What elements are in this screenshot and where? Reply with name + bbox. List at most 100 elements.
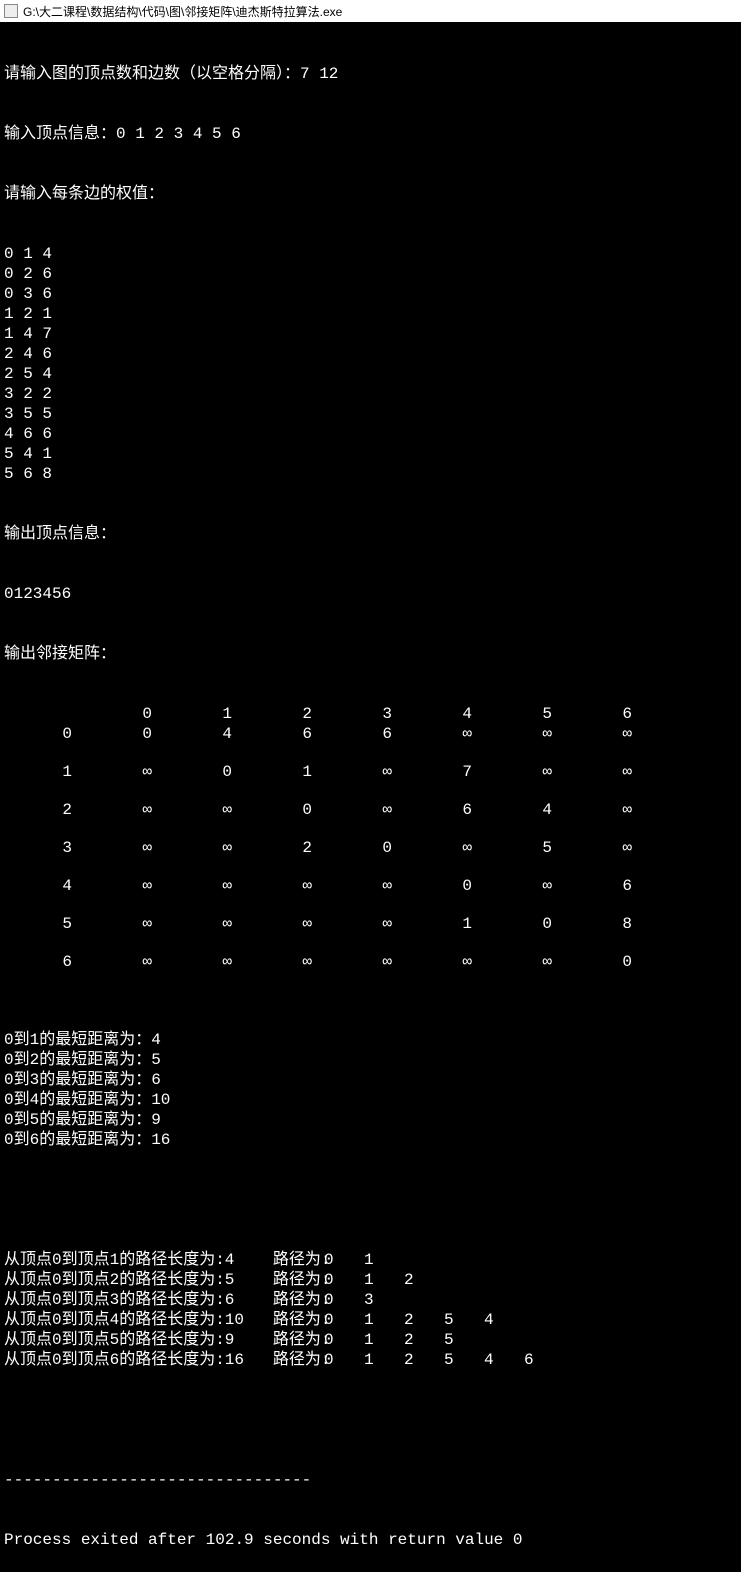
- adjacency-matrix: 012345600466∞∞∞1∞01∞7∞∞2∞∞0∞64∞3∞∞20∞5∞4…: [4, 704, 737, 972]
- path-prefix: 从顶点0到顶点2的路径长度为:5 路径为:: [4, 1270, 324, 1290]
- matrix-cell: ∞: [164, 838, 244, 858]
- path-line: 从顶点0到顶点5的路径长度为:9 路径为:0125: [4, 1330, 737, 1350]
- matrix-cell: ∞: [84, 952, 164, 972]
- path-node: 5: [444, 1350, 484, 1370]
- exit-message: Process exited after 102.9 seconds with …: [4, 1530, 737, 1550]
- edge-input: 2 4 6: [4, 344, 737, 364]
- edge-input: 0 2 6: [4, 264, 737, 284]
- matrix-cell: ∞: [164, 800, 244, 820]
- matrix-col-header: 5: [484, 704, 564, 724]
- matrix-cell: 4: [164, 724, 244, 744]
- matrix-cell: 0: [84, 724, 164, 744]
- matrix-col-header: 4: [404, 704, 484, 724]
- matrix-col-header: 1: [164, 704, 244, 724]
- matrix-cell: ∞: [484, 876, 564, 896]
- matrix-row-label: 2: [4, 800, 84, 820]
- matrix-col-header: 3: [324, 704, 404, 724]
- matrix-cell: ∞: [564, 838, 644, 858]
- path-nodes: 01254: [324, 1310, 524, 1330]
- output-vertex-label: 输出顶点信息：: [4, 524, 737, 544]
- matrix-cell: 0: [244, 800, 324, 820]
- blank-line-2: [4, 1410, 737, 1430]
- matrix-row-label: 1: [4, 762, 84, 782]
- matrix-cell: ∞: [324, 914, 404, 934]
- path-node: 1: [364, 1310, 404, 1330]
- path-node: 4: [484, 1350, 524, 1370]
- edge-input: 3 5 5: [4, 404, 737, 424]
- matrix-cell: 0: [404, 876, 484, 896]
- matrix-row-label: 5: [4, 914, 84, 934]
- titlebar: G:\大二课程\数据结构\代码\图\邻接矩阵\迪杰斯特拉算法.exe: [0, 0, 741, 22]
- app-icon: [4, 4, 18, 18]
- path-node: 2: [404, 1270, 444, 1290]
- path-node: 1: [364, 1330, 404, 1350]
- matrix-row: 00466∞∞∞: [4, 724, 737, 744]
- matrix-header-row: 0123456: [4, 704, 737, 724]
- path-node: 2: [404, 1330, 444, 1350]
- shortest-distance-line: 0到1的最短距离为：4: [4, 1030, 737, 1050]
- path-node: 1: [364, 1270, 404, 1290]
- console-output: 请输入图的顶点数和边数（以空格分隔）：7 12 输入顶点信息：0 1 2 3 4…: [0, 22, 741, 1572]
- matrix-cell: 6: [564, 876, 644, 896]
- matrix-cell: ∞: [564, 724, 644, 744]
- path-node: 1: [364, 1350, 404, 1370]
- edge-input: 2 5 4: [4, 364, 737, 384]
- edge-input: 5 4 1: [4, 444, 737, 464]
- path-node: 2: [404, 1350, 444, 1370]
- edge-input: 1 4 7: [4, 324, 737, 344]
- matrix-row: 5∞∞∞∞108: [4, 914, 737, 934]
- matrix-row: 4∞∞∞∞0∞6: [4, 876, 737, 896]
- matrix-cell: 0: [164, 762, 244, 782]
- edge-input: 1 2 1: [4, 304, 737, 324]
- path-node: 4: [484, 1310, 524, 1330]
- edges-list: 0 1 40 2 60 3 61 2 11 4 72 4 62 5 43 2 2…: [4, 244, 737, 484]
- edge-input: 4 6 6: [4, 424, 737, 444]
- matrix-col-header: 0: [84, 704, 164, 724]
- path-prefix: 从顶点0到顶点3的路径长度为:6 路径为:: [4, 1290, 324, 1310]
- matrix-cell: ∞: [324, 876, 404, 896]
- path-node: 6: [524, 1350, 564, 1370]
- matrix-cell: ∞: [324, 800, 404, 820]
- output-vertex-sequence: 0123456: [4, 584, 737, 604]
- matrix-corner: [4, 704, 84, 724]
- shortest-distance-line: 0到3的最短距离为：6: [4, 1070, 737, 1090]
- path-prefix: 从顶点0到顶点5的路径长度为:9 路径为:: [4, 1330, 324, 1350]
- matrix-cell: ∞: [164, 914, 244, 934]
- matrix-cell: ∞: [244, 876, 324, 896]
- path-node: 0: [324, 1290, 364, 1310]
- window-title: G:\大二课程\数据结构\代码\图\邻接矩阵\迪杰斯特拉算法.exe: [23, 3, 342, 20]
- matrix-cell: 6: [404, 800, 484, 820]
- matrix-cell: ∞: [84, 914, 164, 934]
- edge-input: 0 1 4: [4, 244, 737, 264]
- prompt-vertex-info: 输入顶点信息：0 1 2 3 4 5 6: [4, 124, 737, 144]
- path-node: 5: [444, 1330, 484, 1350]
- matrix-cell: ∞: [324, 762, 404, 782]
- matrix-row: 2∞∞0∞64∞: [4, 800, 737, 820]
- matrix-cell: 6: [244, 724, 324, 744]
- path-nodes: 012546: [324, 1350, 564, 1370]
- matrix-cell: ∞: [484, 724, 564, 744]
- path-node: 0: [324, 1270, 364, 1290]
- path-node: 0: [324, 1250, 364, 1270]
- path-nodes: 012: [324, 1270, 444, 1290]
- blank-line: [4, 1190, 737, 1210]
- matrix-col-header: 6: [564, 704, 644, 724]
- shortest-distance-line: 0到2的最短距离为：5: [4, 1050, 737, 1070]
- matrix-cell: ∞: [404, 724, 484, 744]
- path-node: 1: [364, 1250, 404, 1270]
- matrix-cell: ∞: [164, 876, 244, 896]
- matrix-cell: ∞: [484, 952, 564, 972]
- matrix-cell: 1: [404, 914, 484, 934]
- path-nodes: 0125: [324, 1330, 484, 1350]
- matrix-cell: 1: [244, 762, 324, 782]
- path-prefix: 从顶点0到顶点4的路径长度为:10 路径为:: [4, 1310, 324, 1330]
- matrix-cell: 8: [564, 914, 644, 934]
- paths-list: 从顶点0到顶点1的路径长度为:4 路径为:01从顶点0到顶点2的路径长度为:5 …: [4, 1250, 737, 1370]
- shortest-distance-line: 0到5的最短距离为：9: [4, 1110, 737, 1130]
- matrix-cell: ∞: [84, 800, 164, 820]
- path-node: 0: [324, 1330, 364, 1350]
- shortest-distance-line: 0到4的最短距离为：10: [4, 1090, 737, 1110]
- path-prefix: 从顶点0到顶点6的路径长度为:16 路径为:: [4, 1350, 324, 1370]
- matrix-cell: ∞: [244, 952, 324, 972]
- edge-input: 0 3 6: [4, 284, 737, 304]
